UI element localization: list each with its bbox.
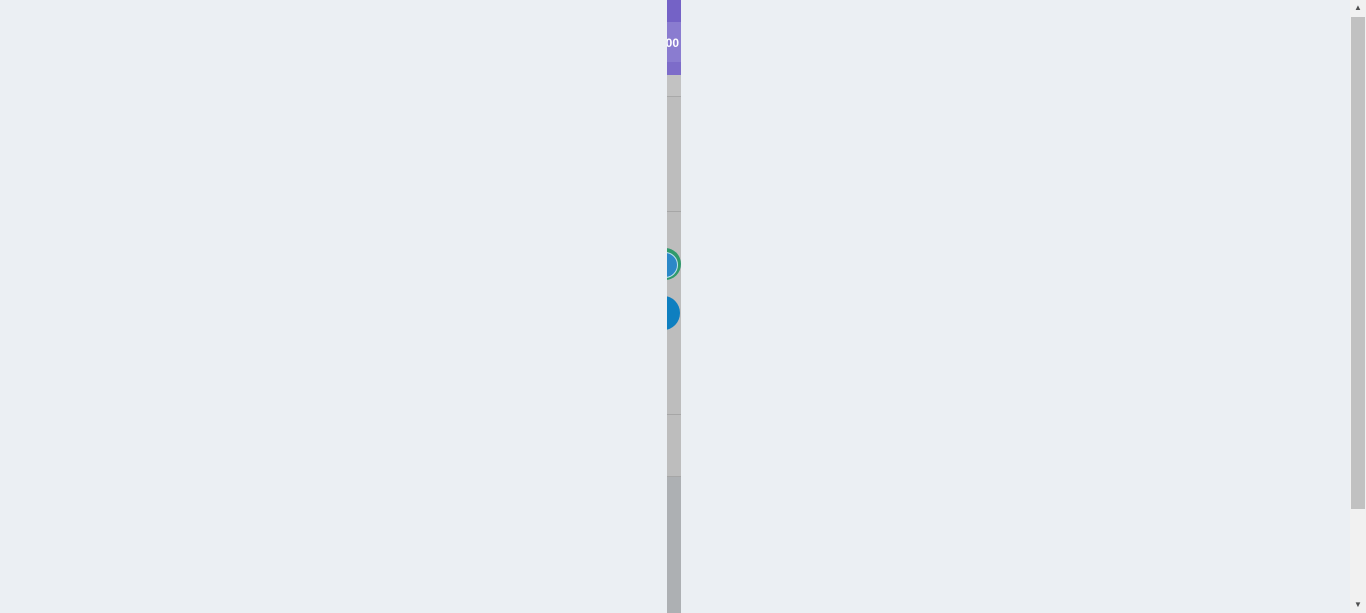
triangle-up-icon[interactable]: ▲ <box>1350 0 1366 16</box>
header-text: 700 <box>667 36 680 50</box>
page-viewport: 700 <box>0 0 1350 613</box>
content-strip: 700 <box>667 0 681 613</box>
content-section <box>667 415 681 477</box>
scrollbar-thumb[interactable] <box>1351 17 1365 509</box>
triangle-down-icon[interactable]: ▼ <box>1350 597 1366 613</box>
vertical-scrollbar[interactable]: ▲ ▼ <box>1350 0 1366 613</box>
footer-section <box>667 477 681 613</box>
sub-header-band <box>667 75 681 97</box>
content-section <box>667 97 681 212</box>
header-top-band <box>667 0 681 22</box>
header-bar: 700 <box>667 0 681 75</box>
